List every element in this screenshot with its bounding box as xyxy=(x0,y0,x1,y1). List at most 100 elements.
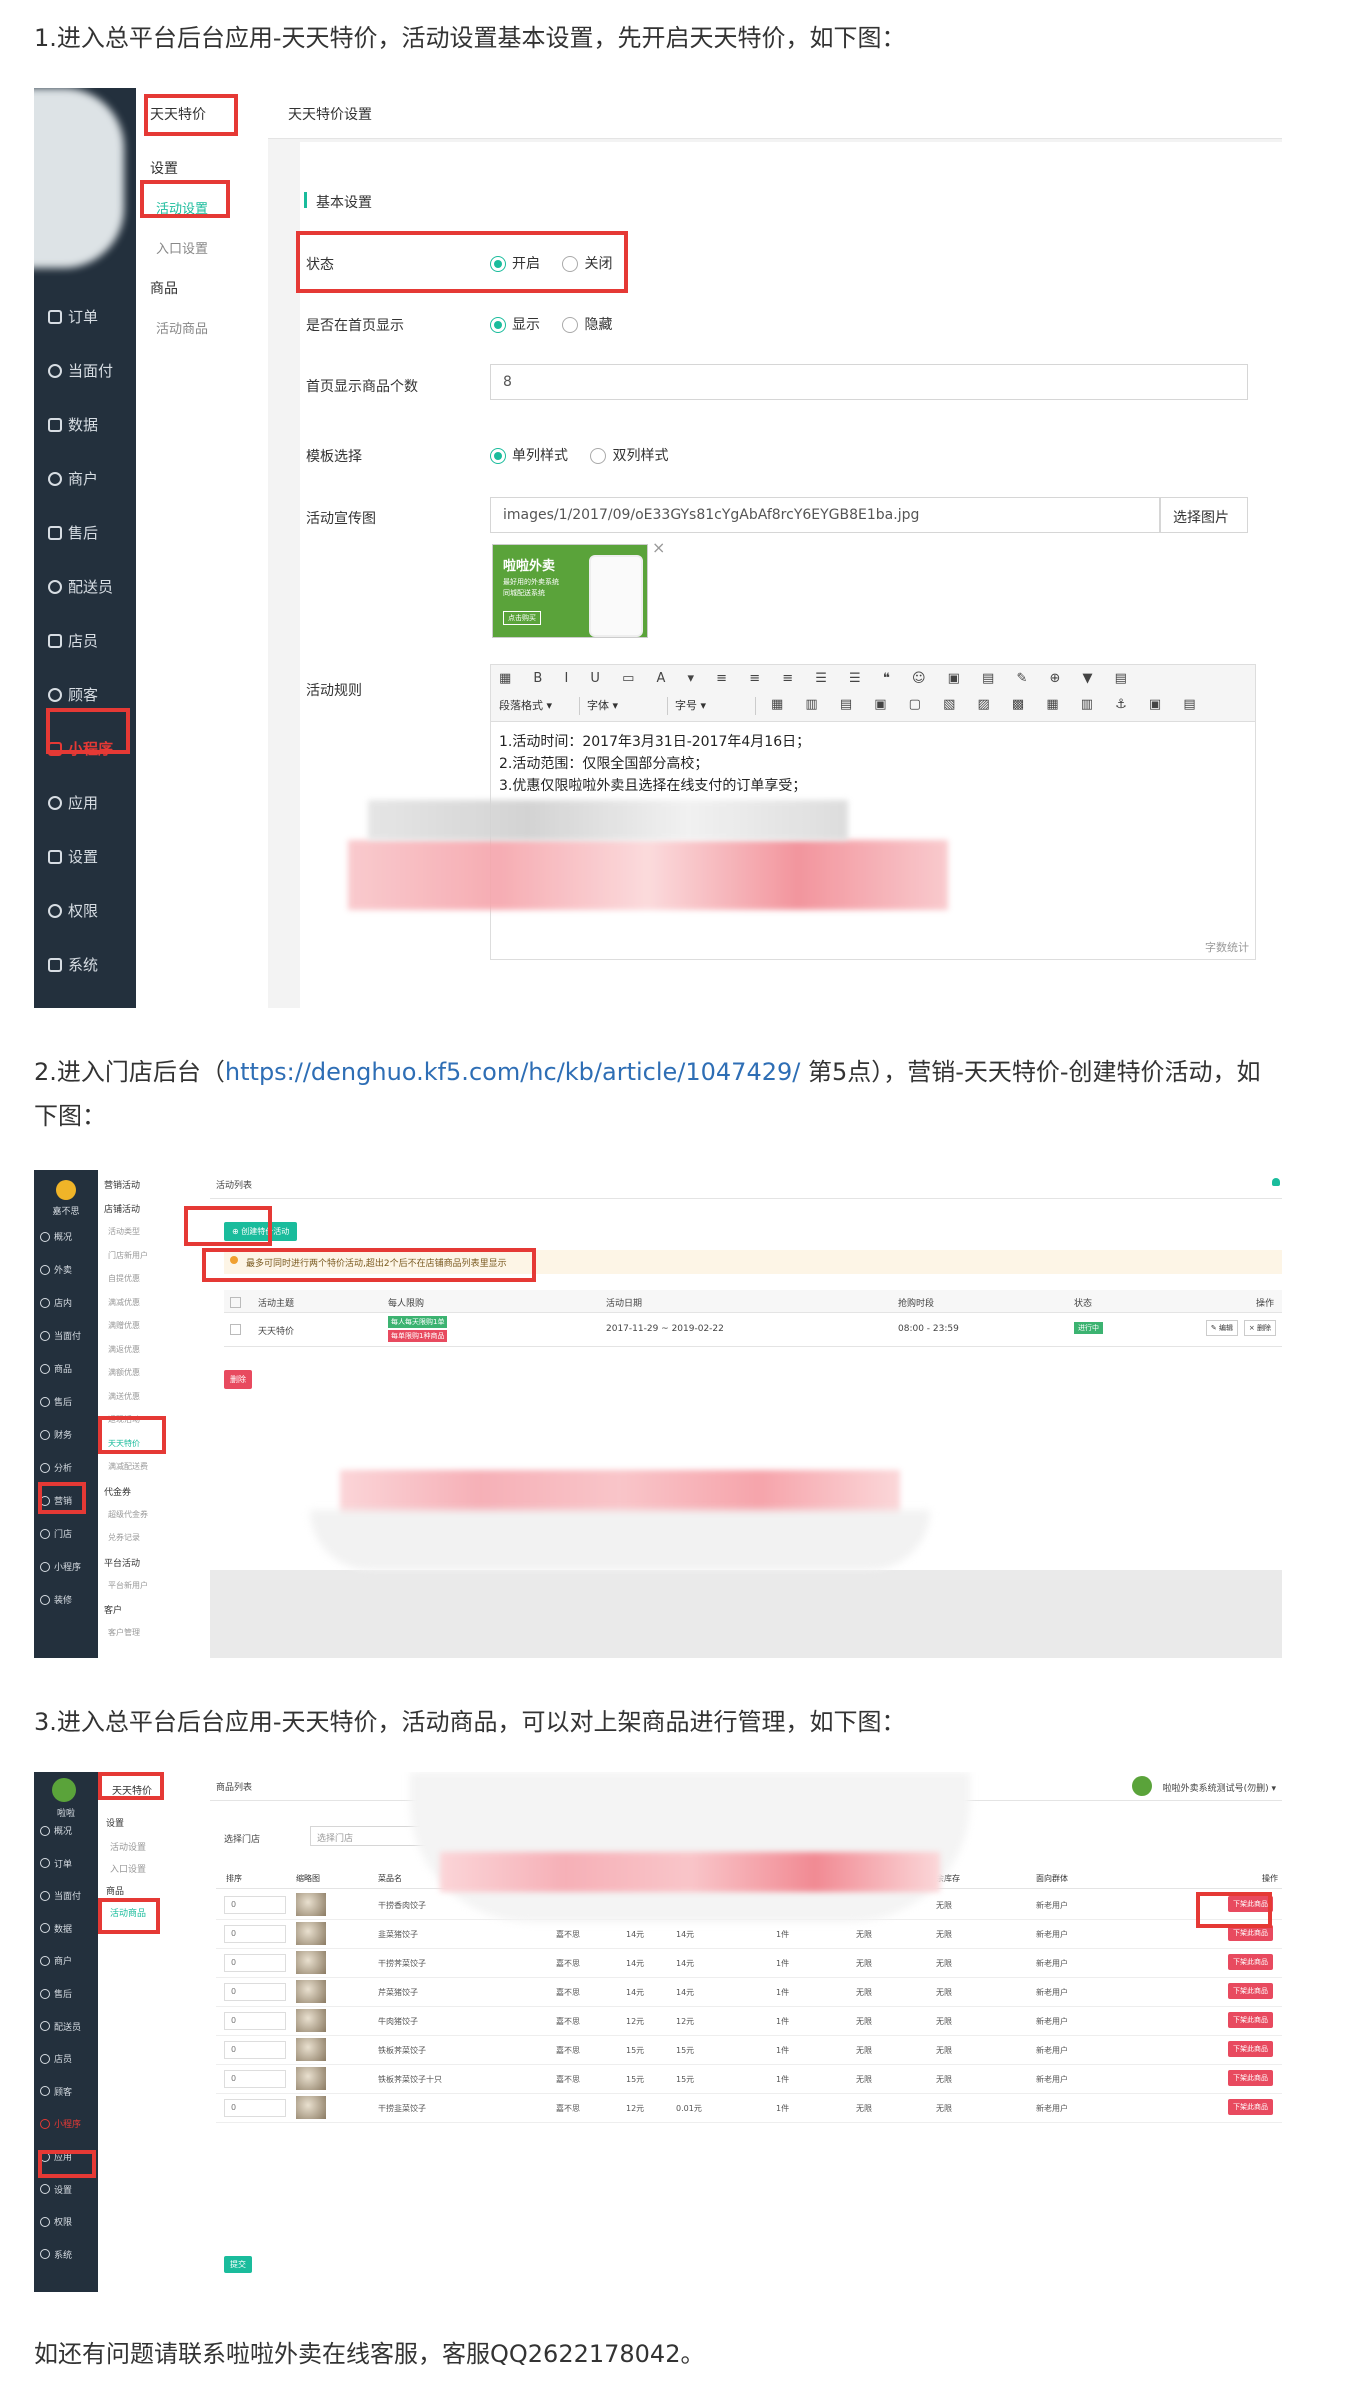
sidebar-item[interactable]: 应用 xyxy=(48,792,98,813)
sidebar-item[interactable]: 设置 xyxy=(48,846,98,867)
blur-mask xyxy=(410,1772,970,1922)
thumbnail xyxy=(296,2038,326,2061)
submenu-item[interactable]: 入口设置 xyxy=(156,238,208,257)
submenu-item: 商品 xyxy=(106,1887,125,1897)
bell-icon[interactable] xyxy=(1272,1178,1280,1186)
paragraph-select[interactable]: 段落格式 ▾ xyxy=(499,697,580,715)
row-checkbox[interactable] xyxy=(230,1324,241,1335)
tpl-double-radio[interactable] xyxy=(590,448,607,464)
submenu-item[interactable]: 满额优惠 xyxy=(108,1367,140,1378)
unlist-product-button[interactable]: 下架此商品 xyxy=(1228,2099,1273,2115)
sidebar-item[interactable]: 数据 xyxy=(40,1922,72,1935)
sidebar-item[interactable]: 外卖 xyxy=(40,1263,72,1276)
submenu-item[interactable]: 门店新用户 xyxy=(108,1250,148,1261)
row-name: 天天特价 xyxy=(258,1327,295,1337)
sort-input[interactable]: 0 xyxy=(224,1983,286,2001)
sidebar-item[interactable]: 装修 xyxy=(40,1593,72,1606)
sidebar-item[interactable]: 订单 xyxy=(40,1857,72,1870)
kb-article-link[interactable]: https://denghuo.kf5.com/hc/kb/article/10… xyxy=(225,1058,800,1086)
sidebar-item[interactable]: 售后 xyxy=(48,522,98,543)
account-name[interactable]: 啦啦外卖系统测试号(勿删) ▾ xyxy=(1163,1781,1276,1794)
edit-button[interactable]: ✎ 编辑 xyxy=(1205,1320,1238,1336)
sidebar-item[interactable]: 小程序 xyxy=(40,1560,81,1573)
submenu-item[interactable]: 满减优惠 xyxy=(108,1297,140,1308)
submenu-item[interactable]: 活动商品 xyxy=(156,318,208,337)
sidebar-item[interactable]: 顾客 xyxy=(48,684,98,705)
cell-p1: 14元 xyxy=(626,1930,645,1939)
sidebar-item[interactable]: 配送员 xyxy=(40,2020,81,2033)
sidebar-item[interactable]: 售后 xyxy=(40,1987,72,2000)
submenu-item[interactable]: 兑券记录 xyxy=(108,1532,140,1543)
sidebar-item[interactable]: 权限 xyxy=(48,900,98,921)
unlist-product-button[interactable]: 下架此商品 xyxy=(1228,2012,1273,2028)
submenu-item[interactable]: 满送优惠 xyxy=(108,1391,140,1402)
sidebar-item[interactable]: 当面付 xyxy=(40,1329,81,1342)
count-input[interactable]: 8 xyxy=(490,364,1248,400)
sidebar-item[interactable]: 权限 xyxy=(40,2215,72,2228)
submenu-item[interactable]: 活动设置 xyxy=(110,1840,146,1853)
remove-image-icon[interactable]: × xyxy=(652,538,665,557)
cell-left: 无限 xyxy=(936,1930,952,1939)
sort-input[interactable]: 0 xyxy=(224,2099,286,2117)
sidebar-item[interactable]: 概况 xyxy=(40,1824,72,1837)
template-label: 模板选择 xyxy=(306,449,362,465)
submenu-item[interactable]: 活动类型 xyxy=(108,1226,140,1237)
menu-icon xyxy=(40,1528,50,1539)
home-show-radio[interactable] xyxy=(490,317,506,333)
sort-input[interactable]: 0 xyxy=(224,1925,286,1943)
sidebar-item[interactable]: 设置 xyxy=(40,2183,72,2196)
sidebar-item[interactable]: 财务 xyxy=(40,1428,72,1441)
submenu-item[interactable]: 超级代金券 xyxy=(108,1509,148,1520)
sidebar-item[interactable]: 商户 xyxy=(40,1954,72,1967)
sort-input[interactable]: 0 xyxy=(224,1954,286,1972)
tpl-single-radio[interactable] xyxy=(490,448,506,464)
store-select[interactable]: 选择门店 xyxy=(310,1826,430,1846)
submenu-item[interactable]: 平台新用户 xyxy=(108,1580,148,1591)
font-select[interactable]: 字体 ▾ xyxy=(587,697,668,715)
banner-path-input[interactable]: images/1/2017/09/oE33GYs81cYgAbAf8rcY6EY… xyxy=(490,497,1160,533)
row-date: 2017-11-29 ~ 2019-02-22 xyxy=(606,1324,724,1334)
sidebar-item[interactable]: 订单 xyxy=(48,306,98,327)
delete-row-button[interactable]: × 删除 xyxy=(1243,1320,1276,1336)
submit-button[interactable]: 提交 xyxy=(224,2256,252,2273)
col-header: 菜品名 xyxy=(378,1874,402,1883)
sidebar-item[interactable]: 分析 xyxy=(40,1461,72,1474)
sort-input[interactable]: 0 xyxy=(224,2041,286,2059)
size-select[interactable]: 字号 ▾ xyxy=(675,697,756,715)
unlist-product-button[interactable]: 下架此商品 xyxy=(1228,1983,1273,1999)
cell-stock: 无限 xyxy=(856,1959,872,1968)
sidebar-item[interactable]: 当面付 xyxy=(40,1889,81,1902)
home-hide-radio[interactable] xyxy=(562,317,579,333)
submenu-item[interactable]: 自提优惠 xyxy=(108,1273,140,1284)
submenu-item[interactable]: 入口设置 xyxy=(110,1862,146,1875)
submenu-item[interactable]: 满返优惠 xyxy=(108,1344,140,1355)
sidebar-item[interactable]: 顾客 xyxy=(40,2085,72,2098)
unlist-product-button[interactable]: 下架此商品 xyxy=(1228,1954,1273,1970)
delete-button[interactable]: 删除 xyxy=(224,1370,252,1389)
sidebar-item[interactable]: 系统 xyxy=(48,954,98,975)
sidebar-item[interactable]: 商户 xyxy=(48,468,98,489)
sidebar-item[interactable]: 配送员 xyxy=(48,576,113,597)
sidebar-item[interactable]: 售后 xyxy=(40,1395,72,1408)
sidebar-item[interactable]: 店员 xyxy=(48,630,98,651)
submenu-item[interactable]: 满减配送费 xyxy=(108,1461,148,1472)
sort-input[interactable]: 0 xyxy=(224,1896,286,1914)
sidebar-item[interactable]: 门店 xyxy=(40,1527,72,1540)
sidebar-item[interactable]: 数据 xyxy=(48,414,98,435)
sort-input[interactable]: 0 xyxy=(224,2012,286,2030)
unlist-product-button[interactable]: 下架此商品 xyxy=(1228,2070,1273,2086)
select-all-checkbox[interactable] xyxy=(230,1297,241,1308)
submenu-item[interactable]: 客户管理 xyxy=(108,1627,140,1638)
sort-input[interactable]: 0 xyxy=(224,2070,286,2088)
sidebar-item[interactable]: 小程序 xyxy=(40,2117,81,2130)
submenu-item[interactable]: 满赠优惠 xyxy=(108,1320,140,1331)
sidebar-item[interactable]: 概况 xyxy=(40,1230,72,1243)
sidebar-item[interactable]: 店员 xyxy=(40,2052,72,2065)
sidebar-item[interactable]: 当面付 xyxy=(48,360,113,381)
sidebar-item[interactable]: 系统 xyxy=(40,2248,72,2261)
unlist-product-button[interactable]: 下架此商品 xyxy=(1228,2041,1273,2057)
col-header: 缩略图 xyxy=(296,1874,320,1883)
sidebar-item[interactable]: 店内 xyxy=(40,1296,72,1309)
sidebar-item[interactable]: 商品 xyxy=(40,1362,72,1375)
choose-image-button[interactable]: 选择图片 xyxy=(1160,497,1248,533)
